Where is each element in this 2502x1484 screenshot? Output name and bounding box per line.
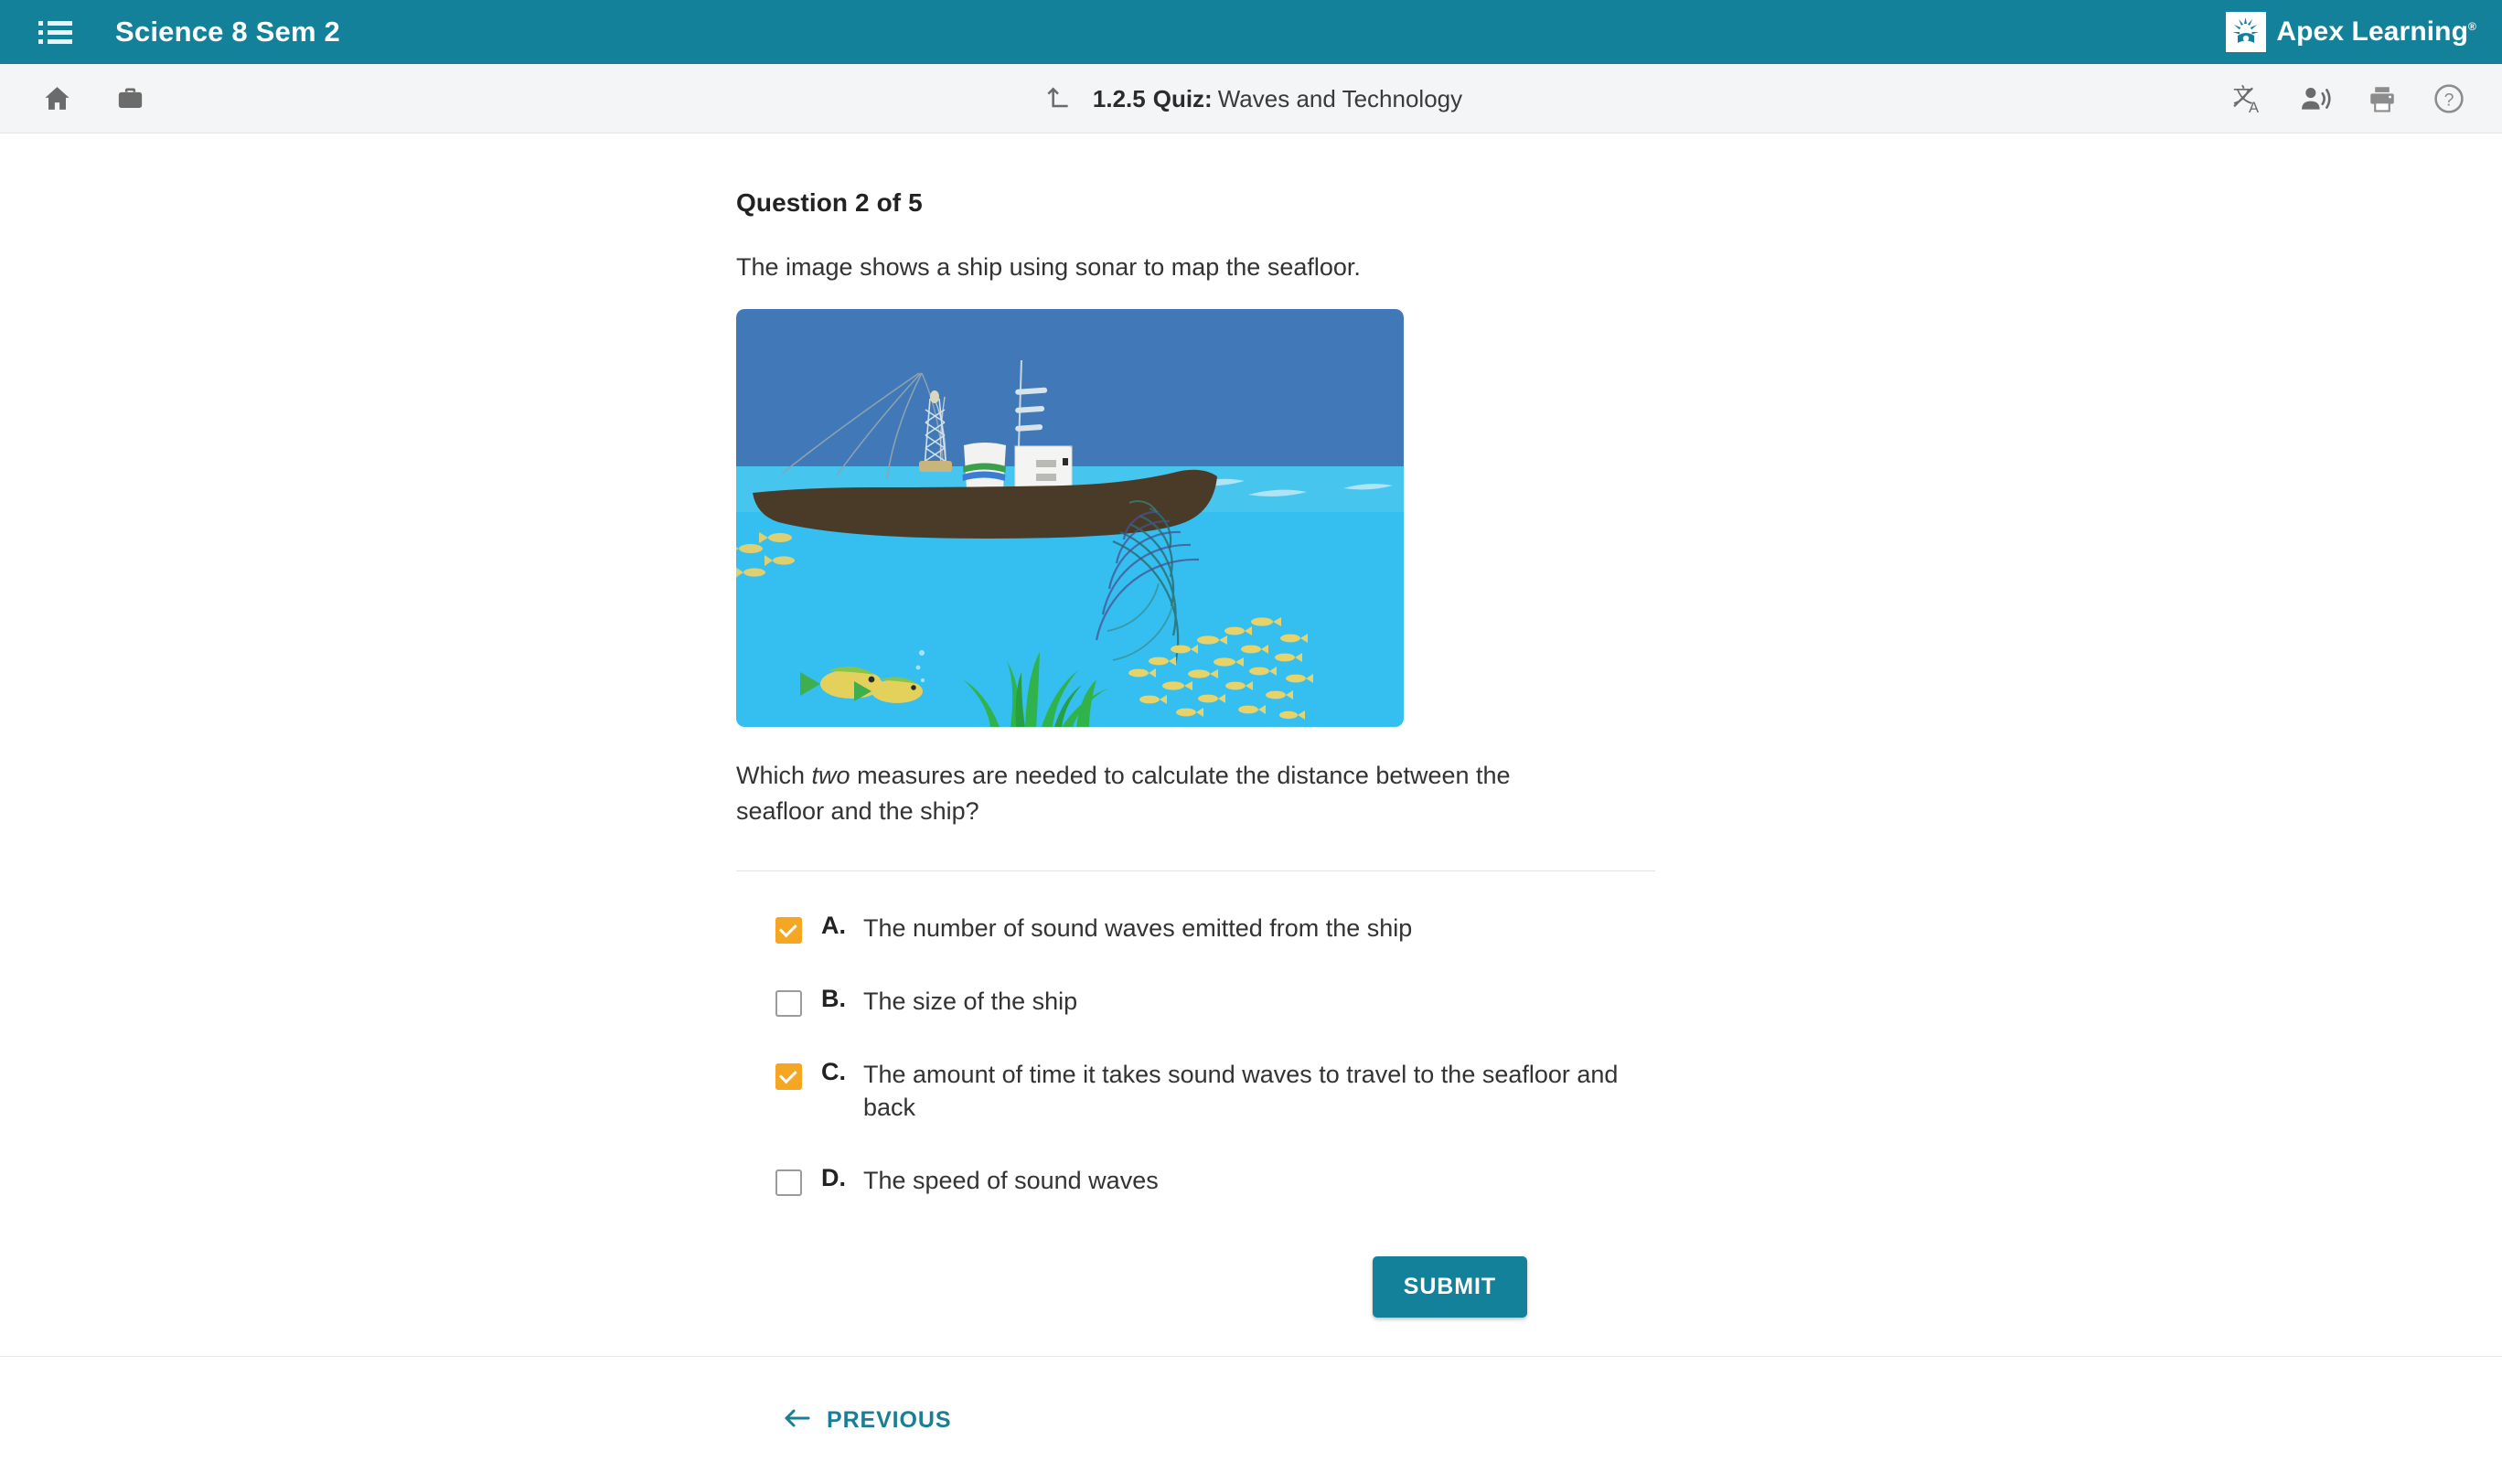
option-b-label: The size of the ship <box>863 987 1078 1015</box>
option-c-label: The amount of time it takes sound waves … <box>863 1060 1619 1122</box>
sonar-ship-seafloor-illustration <box>736 309 1404 728</box>
briefcase-icon[interactable] <box>112 80 148 117</box>
option-a-label: The number of sound waves emitted from t… <box>863 914 1413 943</box>
previous-button[interactable]: PREVIOUS <box>782 1406 951 1435</box>
activity-toolbar: 1.2.5 Quiz: Waves and Technology 文 A <box>0 64 2502 133</box>
activity-type: Quiz: <box>1152 84 1213 112</box>
brand-logo: Apex Learning <box>2226 12 2476 52</box>
svg-text:A: A <box>2249 99 2260 115</box>
option-d-label: The speed of sound waves <box>863 1166 1159 1194</box>
option-a-letter: A. <box>821 912 846 940</box>
home-icon[interactable] <box>38 80 75 117</box>
option-a[interactable]: A. The number of sound waves emitted fro… <box>775 912 1660 945</box>
prompt-part-1: Which <box>736 762 812 790</box>
prompt-emphasis: two <box>811 762 850 790</box>
breadcrumb: 1.2.5 Quiz: Waves and Technology <box>0 64 2502 133</box>
option-c-letter: C. <box>821 1057 846 1085</box>
options-divider <box>736 870 1655 872</box>
option-b[interactable]: B. The size of the ship <box>775 985 1660 1019</box>
activity-footer: PREVIOUS <box>0 1357 2502 1484</box>
question-content: Question 2 of 5 The image shows a ship u… <box>0 133 2502 1356</box>
option-d[interactable]: D. The speed of sound waves <box>775 1164 1660 1198</box>
text-to-speech-icon[interactable] <box>2297 80 2334 117</box>
option-c[interactable]: C. The amount of time it takes sound wav… <box>775 1058 1660 1125</box>
previous-label: PREVIOUS <box>827 1407 952 1433</box>
help-circle-icon[interactable]: ? <box>2431 80 2467 117</box>
print-icon[interactable] <box>2364 80 2400 117</box>
question-prompt: Which two measures are needed to calcula… <box>736 758 1587 828</box>
page-title: Question 2 of 5 <box>736 188 923 217</box>
question-intro: The image shows a ship using sonar to ma… <box>736 253 1361 281</box>
arrow-up-left-icon[interactable] <box>1040 80 1076 117</box>
checkbox-b[interactable] <box>775 989 802 1017</box>
submit-button[interactable]: SUBMIT <box>1372 1255 1527 1318</box>
submit-row: SUBMIT <box>736 1255 1655 1318</box>
checkbox-a[interactable] <box>775 917 802 945</box>
activity-number: 1.2.5 <box>1092 84 1146 112</box>
translate-icon[interactable]: 文 A <box>2230 80 2267 117</box>
list-menu-icon[interactable] <box>38 18 75 46</box>
option-b-letter: B. <box>821 984 846 1012</box>
svg-text:?: ? <box>2444 91 2454 111</box>
checkbox-d[interactable] <box>775 1169 802 1196</box>
course-title: Science 8 Sem 2 <box>115 16 340 48</box>
app-header: Science 8 Sem 2 Apex Learning <box>0 0 2502 64</box>
brand-name: Apex Learning <box>2276 16 2476 48</box>
checkbox-c[interactable] <box>775 1062 802 1090</box>
apex-sunburst-logo-icon <box>2226 12 2267 52</box>
prompt-part-2: measures are needed to calculate the dis… <box>736 762 1511 825</box>
activity-name: Waves and Technology <box>1217 84 1463 112</box>
option-d-letter: D. <box>821 1163 846 1191</box>
answer-options: A. The number of sound waves emitted fro… <box>775 912 1660 1198</box>
arrow-left-icon <box>782 1406 811 1435</box>
